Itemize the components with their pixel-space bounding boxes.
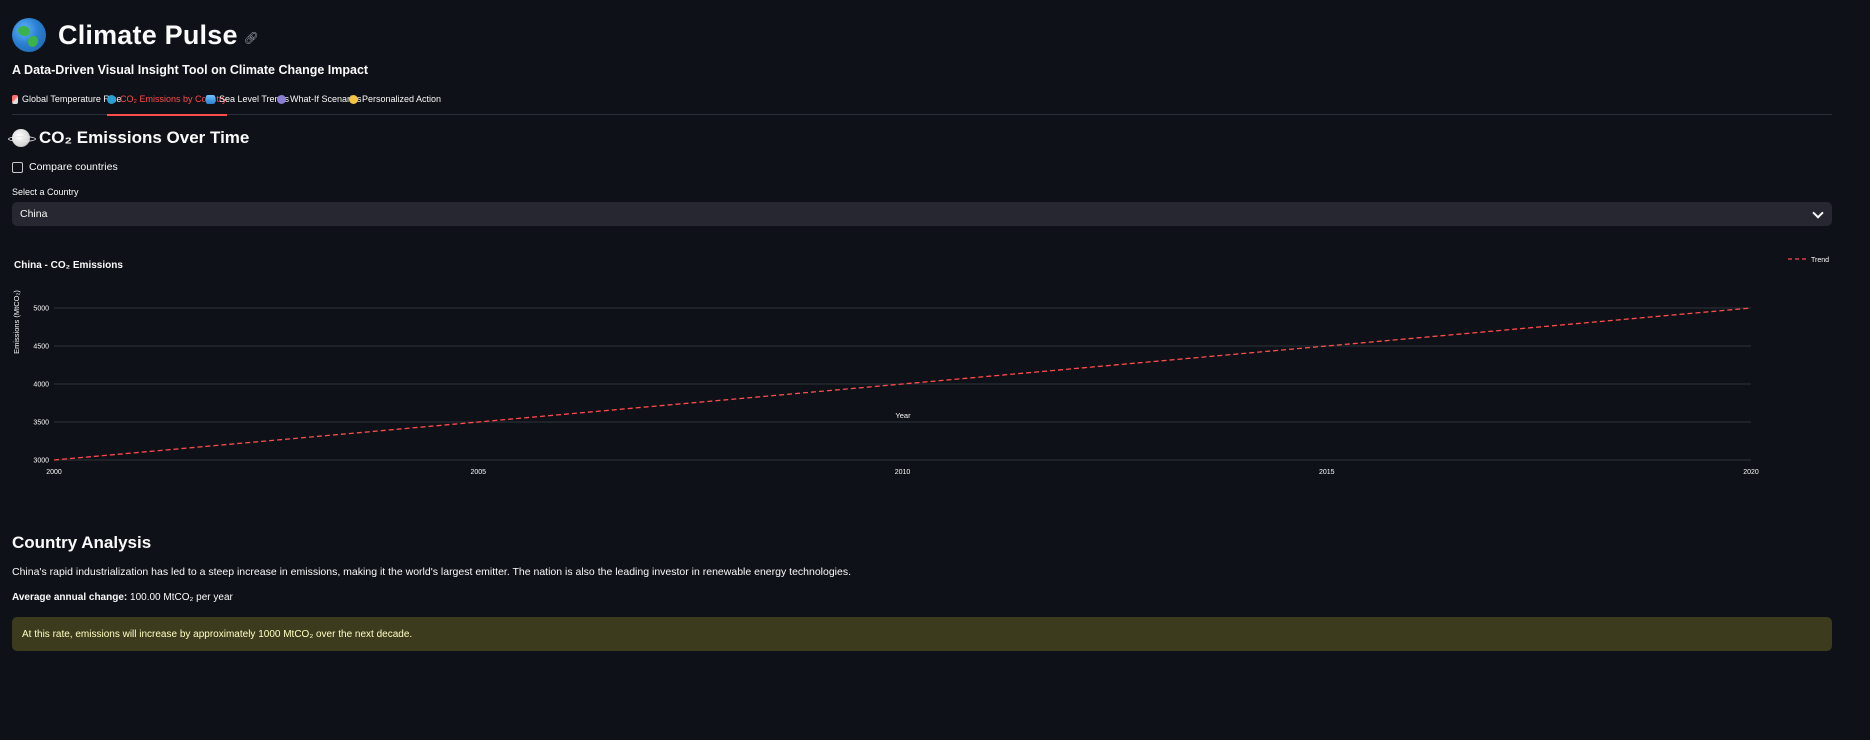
- x-tick-label: 2000: [46, 469, 62, 476]
- avg-value: 100.00 MtCO₂ per year: [130, 592, 233, 603]
- section-title-text: CO₂ Emissions Over Time: [39, 128, 250, 147]
- x-tick-label: 2020: [1743, 469, 1759, 476]
- tab-bar: Global Temperature Rise CO₂ Emissions by…: [12, 88, 1832, 116]
- country-select-label: Select a Country: [12, 187, 79, 197]
- average-annual-change: Average annual change: 100.00 MtCO₂ per …: [12, 592, 233, 603]
- thermometer-icon: [12, 94, 18, 104]
- section-title: CO₂ Emissions Over Time: [8, 128, 250, 148]
- tab-global-temperature[interactable]: Global Temperature Rise: [12, 94, 121, 104]
- tab-label: Personalized Action: [362, 94, 442, 104]
- app-subtitle: A Data-Driven Visual Insight Tool on Cli…: [12, 63, 369, 77]
- crystal-ball-icon: [277, 94, 286, 104]
- y-axis-label: Emissions (MtCO₂): [12, 290, 21, 354]
- analysis-title: Country Analysis: [12, 533, 152, 552]
- compare-checkbox[interactable]: [12, 161, 23, 173]
- smiley-icon: [349, 94, 358, 104]
- tab-personalized-action[interactable]: Personalized Action: [349, 94, 441, 104]
- legend-trend-label: Trend: [1811, 257, 1829, 264]
- globe-icon: [107, 94, 116, 104]
- projection-alert: At this rate, emissions will increase by…: [12, 617, 1832, 651]
- app-header: Climate Pulse 🔗︎: [12, 18, 259, 52]
- globe-icon: [12, 18, 46, 52]
- chart-title: China - CO₂ Emissions: [14, 260, 123, 271]
- y-tick-label: 4000: [33, 382, 49, 389]
- y-tick-label: 3500: [33, 420, 49, 427]
- analysis-description: China's rapid industrialization has led …: [12, 566, 852, 578]
- x-axis-label: Year: [895, 411, 911, 420]
- country-select[interactable]: China: [12, 202, 1832, 226]
- y-tick-label: 4500: [33, 344, 49, 351]
- chart-legend[interactable]: Trend: [1788, 257, 1829, 264]
- emissions-chart[interactable]: China - CO₂ Emissions 3000 3500 4000 4500 50…: [0, 250, 1870, 510]
- wave-icon: [206, 94, 215, 104]
- planet-icon: [8, 129, 36, 147]
- alert-text: At this rate, emissions will increase by…: [22, 628, 413, 640]
- avg-label: Average annual change:: [12, 592, 128, 603]
- country-select-value: China: [20, 208, 48, 220]
- y-tick-label: 5000: [33, 306, 49, 313]
- chevron-down-icon: [1812, 206, 1824, 219]
- compare-countries-toggle[interactable]: Compare countries: [12, 161, 118, 173]
- x-tick-label: 2005: [470, 469, 486, 476]
- x-tick-label: 2015: [1319, 469, 1335, 476]
- x-tick-label: 2010: [895, 469, 911, 476]
- y-tick-label: 3000: [33, 458, 49, 465]
- link-icon[interactable]: 🔗︎: [244, 31, 259, 45]
- compare-label: Compare countries: [29, 161, 118, 173]
- app-title: Climate Pulse: [58, 19, 238, 50]
